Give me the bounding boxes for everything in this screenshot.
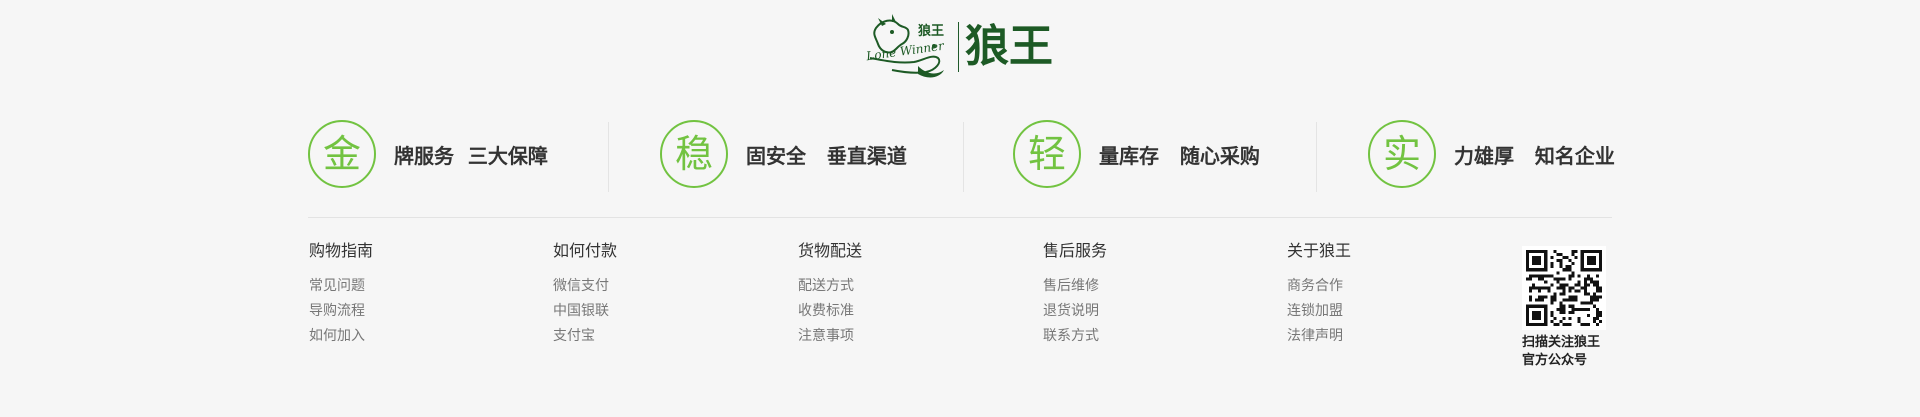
feature-badge-icon: 稳 (660, 120, 728, 188)
logo-wordmark: 狼王 (965, 21, 1053, 72)
footer-column-shopping-guide: 购物指南 常见问题 导购流程 如何加入 (309, 238, 509, 349)
wolf-emblem-icon: 狼王 Lone Winner (862, 14, 952, 80)
footer-link[interactable]: 中国银联 (553, 299, 753, 324)
footer-link[interactable]: 法律声明 (1287, 324, 1487, 349)
feature-label: 牌服务 三大保障 (394, 143, 548, 168)
feature-divider (608, 122, 609, 192)
footer-page: 狼王 Lone Winner 狼王 金 牌服务 三大保障 稳 固安全 垂直渠道 … (0, 0, 1920, 417)
footer-column-title: 货物配送 (798, 241, 863, 260)
feature-label: 量库存 随心采购 (1099, 143, 1260, 168)
feature-light-inventory: 轻 量库存 随心采购 (963, 112, 1316, 196)
footer-link[interactable]: 连锁加盟 (1287, 299, 1487, 324)
feature-label: 固安全 垂直渠道 (746, 143, 907, 168)
footer-column-title: 售后服务 (1043, 241, 1108, 260)
footer-link[interactable]: 联系方式 (1043, 324, 1243, 349)
footer-column-title: 关于狼王 (1287, 241, 1352, 260)
feature-stable-security: 稳 固安全 垂直渠道 (608, 112, 963, 196)
footer-link[interactable]: 支付宝 (553, 324, 753, 349)
qr-caption: 扫描关注狼王 官方公众号 (1522, 334, 1622, 370)
footer-link[interactable]: 收费标准 (798, 299, 998, 324)
brand-logo[interactable]: 狼王 Lone Winner 狼王 (862, 12, 1058, 82)
footer-link[interactable]: 商务合作 (1287, 274, 1487, 299)
emblem-brand-text: 狼王 (918, 24, 945, 39)
footer-column-payment: 如何付款 微信支付 中国银联 支付宝 (553, 238, 753, 349)
footer-column-after-sales: 售后服务 售后维修 退货说明 联系方式 (1043, 238, 1243, 349)
feature-badge-icon: 实 (1368, 120, 1436, 188)
footer-link[interactable]: 常见问题 (309, 274, 509, 299)
footer-link[interactable]: 退货说明 (1043, 299, 1243, 324)
footer-link[interactable]: 注意事项 (798, 324, 998, 349)
feature-strip: 金 牌服务 三大保障 稳 固安全 垂直渠道 轻 量库存 随心采购 实 力雄厚 知… (308, 112, 1615, 196)
footer-column-title: 如何付款 (553, 241, 618, 260)
feature-gold-service: 金 牌服务 三大保障 (308, 112, 608, 196)
qr-caption-line: 官方公众号 (1522, 353, 1588, 368)
feature-strong-enterprise: 实 力雄厚 知名企业 (1316, 112, 1615, 196)
footer-link[interactable]: 微信支付 (553, 274, 753, 299)
qr-caption-line: 扫描关注狼王 (1522, 335, 1601, 350)
feature-badge-icon: 轻 (1013, 120, 1081, 188)
footer-link[interactable]: 如何加入 (309, 324, 509, 349)
section-divider (308, 217, 1612, 218)
logo-divider (958, 22, 959, 72)
footer-link[interactable]: 配送方式 (798, 274, 998, 299)
qr-code-icon (1522, 246, 1606, 330)
feature-divider (1316, 122, 1317, 192)
wechat-qr-block: 扫描关注狼王 官方公众号 (1522, 246, 1608, 370)
feature-divider (963, 122, 964, 192)
feature-label: 力雄厚 知名企业 (1454, 143, 1615, 168)
footer-column-title: 购物指南 (309, 241, 374, 260)
footer-link[interactable]: 导购流程 (309, 299, 509, 324)
footer-column-delivery: 货物配送 配送方式 收费标准 注意事项 (798, 238, 998, 349)
footer-link[interactable]: 售后维修 (1043, 274, 1243, 299)
footer-column-about: 关于狼王 商务合作 连锁加盟 法律声明 (1287, 238, 1487, 349)
feature-badge-icon: 金 (308, 120, 376, 188)
